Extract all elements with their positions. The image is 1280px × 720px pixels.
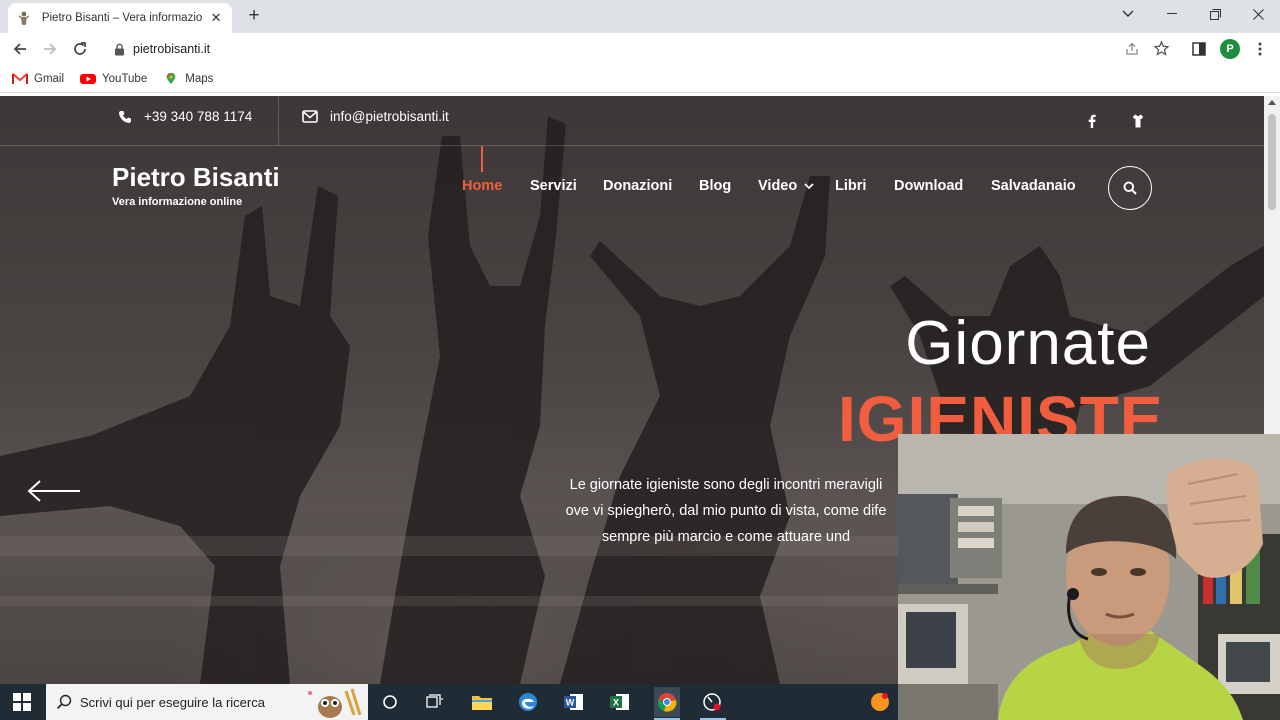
bookmark-label: YouTube — [102, 72, 148, 85]
phone-number: +39 340 788 1174 — [144, 109, 253, 124]
nav-item-video-label: Video — [758, 178, 798, 194]
browser-tab[interactable]: Pietro Bisanti – Vera informazione onlin… — [8, 3, 232, 33]
minimize-button[interactable] — [1152, 4, 1192, 24]
task-view-icon[interactable] — [423, 690, 447, 714]
reload-button[interactable] — [70, 39, 90, 59]
envelope-icon — [302, 110, 318, 123]
hero-text-line: ove vi spiegherò, dal mio punto di vista… — [565, 503, 887, 519]
site-tagline: Vera informazione online — [112, 196, 243, 208]
search-icon — [1123, 181, 1137, 195]
scroll-up-arrow-icon[interactable] — [1268, 100, 1276, 105]
forward-button[interactable] — [40, 39, 60, 59]
bookmark-maps[interactable]: Maps — [163, 72, 214, 85]
site-favicon-icon — [18, 11, 30, 25]
address-bar[interactable]: pietrobisanti.it — [102, 36, 1178, 62]
word-icon[interactable]: W — [562, 690, 586, 714]
nav-item-home[interactable]: Home — [462, 178, 502, 194]
close-window-button[interactable] — [1238, 4, 1278, 24]
back-button[interactable] — [10, 39, 30, 59]
chevron-down-icon — [804, 183, 814, 189]
windows-start-icon[interactable] — [12, 692, 32, 712]
slider-prev-arrow-icon[interactable] — [26, 477, 82, 505]
site-brand-name[interactable]: Pietro Bisanti — [112, 162, 280, 193]
email-address: info@pietrobisanti.it — [330, 109, 449, 124]
hero-text-line: Le giornate igieniste sono degli incontr… — [569, 477, 883, 493]
hero-text-line: sempre più marcio e come attuare und — [601, 529, 851, 545]
nav-item-video[interactable]: Video — [758, 178, 814, 194]
tab-search-chevron-icon[interactable] — [1108, 4, 1148, 24]
profile-button[interactable]: P — [1220, 39, 1240, 59]
nav-item-libri[interactable]: Libri — [835, 178, 866, 194]
cortana-icon[interactable] — [378, 690, 402, 714]
webcam-overlay — [898, 434, 1280, 720]
bookmark-gmail[interactable]: Gmail — [12, 73, 64, 85]
gmail-icon — [12, 72, 28, 84]
url-text: pietrobisanti.it — [133, 42, 211, 56]
nav-item-donazioni[interactable]: Donazioni — [603, 178, 672, 194]
youtube-icon — [80, 73, 97, 84]
active-menu-indicator — [481, 146, 483, 172]
shirt-shop-icon[interactable] — [1127, 110, 1149, 132]
svg-text:X: X — [613, 698, 619, 708]
webcam-presenter-image — [898, 434, 1280, 720]
bookmark-label: Maps — [185, 72, 214, 85]
profile-avatar: P — [1220, 39, 1240, 59]
bookmarks-bar: Gmail YouTube Maps — [0, 65, 1280, 93]
scrollbar-thumb[interactable] — [1268, 114, 1276, 210]
phone-icon — [119, 110, 131, 123]
facebook-icon[interactable] — [1081, 110, 1103, 132]
back-arrow-icon — [13, 43, 26, 55]
tray-app-icon[interactable] — [868, 690, 892, 714]
maps-icon — [166, 72, 176, 84]
nav-item-salvadanaio[interactable]: Salvadanaio — [991, 178, 1076, 194]
hero-description: Le giornate igieniste sono degli incontr… — [546, 472, 906, 550]
maximize-button[interactable] — [1195, 4, 1235, 24]
nav-item-blog[interactable]: Blog — [699, 178, 731, 194]
svg-text:W: W — [566, 698, 575, 708]
search-highlight-owl-icon — [308, 688, 362, 718]
browser-tab-bar: Pietro Bisanti – Vera informazione onlin… — [0, 0, 1280, 33]
browser-toolbar: pietrobisanti.it P — [0, 33, 1280, 65]
screen-recorder-icon[interactable] — [700, 690, 724, 714]
hero-title: Giornate — [905, 309, 1151, 378]
tab-close-icon[interactable]: ✕ — [208, 10, 224, 26]
bookmark-youtube[interactable]: YouTube — [80, 73, 147, 85]
site-search-button[interactable] — [1108, 166, 1152, 210]
file-explorer-icon[interactable] — [470, 690, 494, 714]
phone-contact[interactable]: +39 340 788 1174 — [118, 109, 252, 124]
share-icon[interactable] — [1125, 42, 1139, 56]
excel-icon[interactable]: X — [608, 690, 632, 714]
new-tab-button[interactable]: + — [244, 6, 264, 26]
lock-icon — [115, 43, 124, 55]
bookmark-star-icon[interactable] — [1154, 41, 1169, 56]
forward-arrow-icon — [44, 43, 57, 55]
side-panel-icon[interactable] — [1192, 42, 1206, 56]
edge-browser-icon[interactable] — [516, 690, 540, 714]
email-contact[interactable]: info@pietrobisanti.it — [302, 109, 449, 124]
tab-title: Pietro Bisanti – Vera informazione onlin… — [41, 12, 203, 24]
search-icon — [56, 694, 72, 710]
nav-item-servizi[interactable]: Servizi — [530, 178, 577, 194]
contact-bar: +39 340 788 1174 info@pietrobisanti.it — [0, 96, 1264, 146]
contact-divider — [278, 96, 279, 146]
chrome-icon[interactable] — [654, 687, 680, 717]
reload-icon — [74, 42, 86, 55]
taskbar-search-box[interactable]: Scrivi qui per eseguire la ricerca — [46, 684, 368, 720]
browser-menu-icon[interactable] — [1250, 39, 1270, 59]
nav-item-download[interactable]: Download — [894, 178, 963, 194]
bookmark-label: Gmail — [34, 72, 65, 85]
taskbar-search-placeholder: Scrivi qui per eseguire la ricerca — [80, 694, 265, 710]
